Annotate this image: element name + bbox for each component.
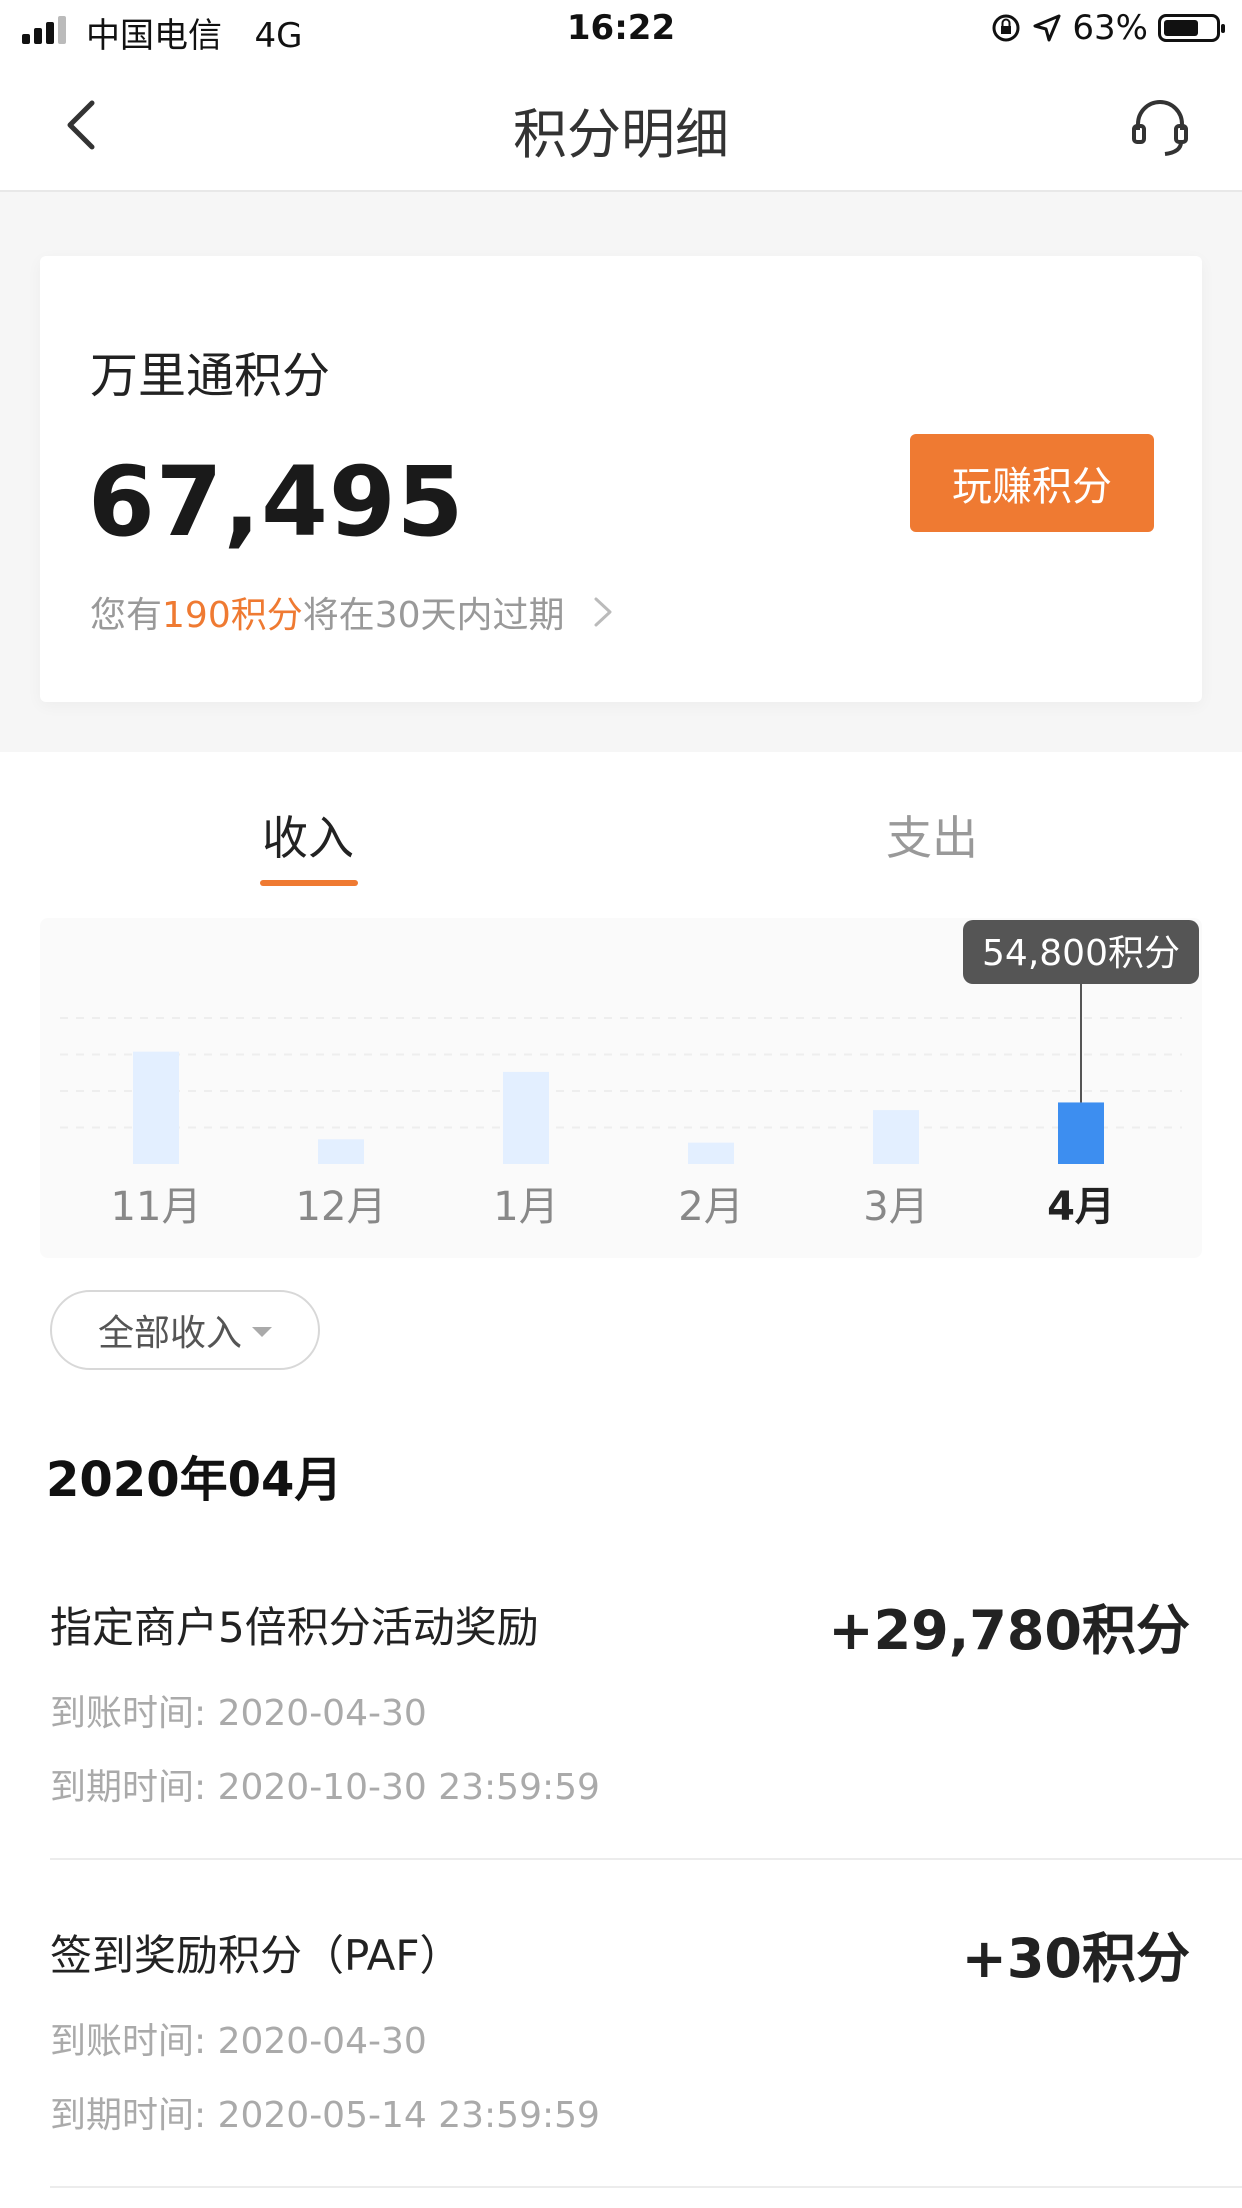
points-label: 万里通积分 xyxy=(90,348,331,404)
divider xyxy=(50,2186,1242,2188)
tab-bar: 收入 支出 xyxy=(0,752,1242,892)
record-name: 签到奖励积分（PAF） xyxy=(50,1931,462,1980)
record-arrival-time: 到账时间: 2020-04-30 xyxy=(50,1693,427,1734)
record-points: +30积分 xyxy=(961,1927,1190,1990)
record-expiry-time: 到期时间: 2020-10-30 23:59:59 xyxy=(50,1767,600,1808)
caret-down-icon xyxy=(252,1327,272,1337)
chart-tick-label: 12月 xyxy=(296,1184,387,1230)
monthly-income-chart[interactable]: 11月 12月 1月 2月 3月 4月 54,800积分 xyxy=(40,918,1202,1258)
record-arrival-time: 到账时间: 2020-04-30 xyxy=(50,2021,427,2062)
chart-bar xyxy=(873,1110,919,1164)
chart-bar xyxy=(1058,1102,1104,1164)
record-expiry-time: 到期时间: 2020-05-14 23:59:59 xyxy=(50,2095,600,2136)
month-header: 2020年04月 xyxy=(46,1452,343,1508)
divider xyxy=(50,1858,1242,1860)
location-icon xyxy=(1033,14,1061,42)
chart-bar xyxy=(688,1142,734,1164)
status-bar: 中国电信 4G 16:22 63% xyxy=(0,0,1242,60)
record-name: 指定商户5倍积分活动奖励 xyxy=(50,1603,539,1652)
points-amount: 67,495 xyxy=(88,446,465,558)
rotation-lock-icon xyxy=(992,14,1020,42)
chart-tick-label: 2月 xyxy=(678,1184,743,1230)
battery-percent: 63% xyxy=(1072,8,1148,48)
filter-label: 全部收入 xyxy=(97,1313,242,1354)
chart-canvas: 11月 12月 1月 2月 3月 4月 54,800积分 xyxy=(60,920,1199,1230)
chart-tick-label: 11月 xyxy=(111,1184,202,1230)
chart-bar xyxy=(503,1071,549,1164)
expiring-notice[interactable]: 您有 190积分 将在30天内过期 xyxy=(90,586,615,638)
earn-points-button[interactable]: 玩赚积分 xyxy=(910,434,1154,532)
page-title: 积分明细 xyxy=(513,103,729,166)
chevron-right-icon xyxy=(594,597,612,627)
chart-bar xyxy=(133,1051,179,1164)
battery-icon xyxy=(1158,14,1225,42)
tab-income[interactable]: 收入 xyxy=(262,802,354,868)
customer-service-icon[interactable] xyxy=(1128,96,1192,160)
nav-bar: 积分明细 xyxy=(0,60,1242,192)
status-right: 63% xyxy=(990,8,1225,48)
income-filter-dropdown[interactable]: 全部收入 xyxy=(50,1290,320,1370)
chart-tick-label: 4月 xyxy=(1047,1184,1115,1230)
chart-tick-label: 1月 xyxy=(493,1184,558,1230)
expire-amount: 190积分 xyxy=(162,595,303,636)
chart-bar xyxy=(318,1139,364,1164)
record-points: +29,780积分 xyxy=(828,1599,1190,1662)
tab-expense[interactable]: 支出 xyxy=(886,802,978,868)
points-card: 万里通积分 67,495 玩赚积分 您有 190积分 将在30天内过期 xyxy=(40,256,1202,702)
expire-prefix: 您有 xyxy=(90,595,163,636)
chart-tick-label: 3月 xyxy=(863,1184,928,1230)
chart-tooltip-label: 54,800积分 xyxy=(982,933,1180,974)
active-tab-indicator xyxy=(260,880,358,886)
expire-suffix: 将在30天内过期 xyxy=(302,595,565,636)
